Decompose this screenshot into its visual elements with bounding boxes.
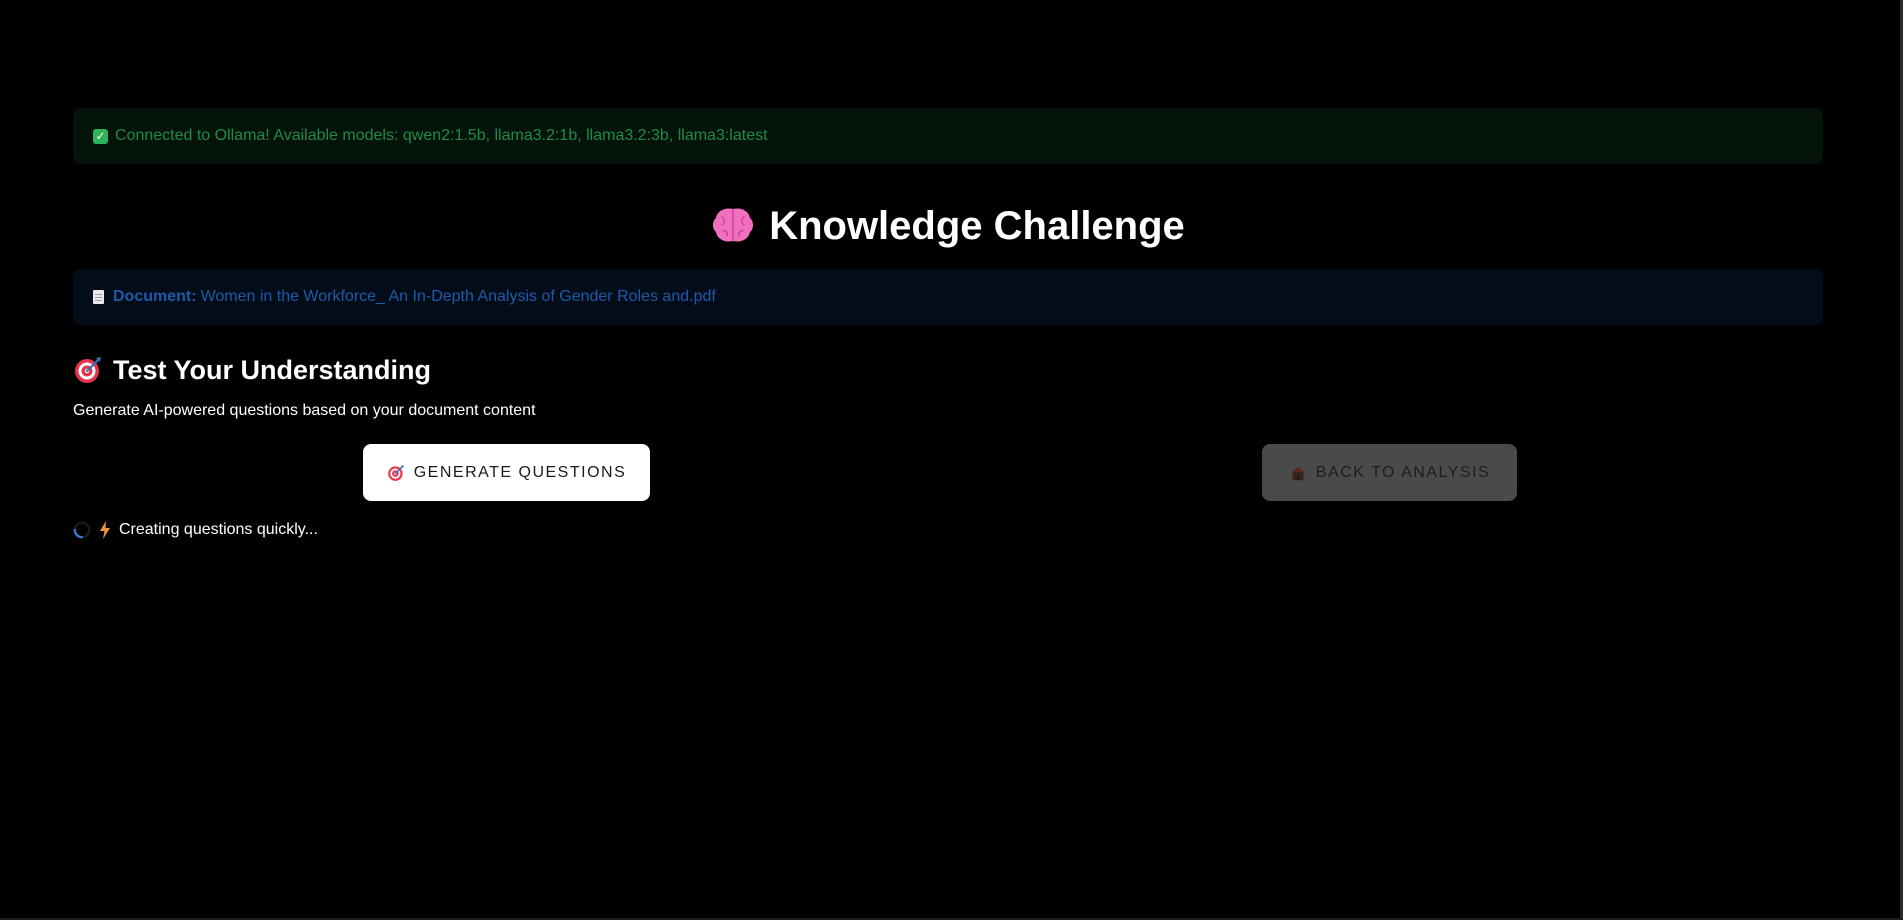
- back-to-analysis-button[interactable]: BACK TO ANALYSIS: [1262, 444, 1517, 501]
- document-label: Document:: [113, 288, 197, 305]
- status-text: Creating questions quickly...: [119, 521, 318, 538]
- check-icon: ✓: [93, 128, 108, 144]
- section-subtitle: Generate AI-powered questions based on y…: [73, 402, 536, 419]
- spinner-icon: [73, 521, 91, 539]
- page-title: Knowledge Challenge: [73, 198, 1823, 254]
- document-filename: Women in the Workforce_ An In-Depth Anal…: [200, 288, 716, 305]
- connection-success-alert: ✓ Connected to Ollama! Available models:…: [73, 108, 1823, 164]
- document-info-alert: Document: Women in the Workforce_ An In-…: [73, 269, 1823, 325]
- target-icon: [75, 357, 101, 383]
- house-icon: [1290, 466, 1306, 480]
- section-title-text: Test Your Understanding: [113, 355, 432, 385]
- target-icon: [387, 464, 404, 481]
- back-to-analysis-label: BACK TO ANALYSIS: [1315, 463, 1491, 481]
- lightning-icon: [100, 521, 110, 539]
- page-title-text: Knowledge Challenge: [769, 204, 1185, 248]
- generation-status: Creating questions quickly...: [73, 518, 318, 542]
- document-icon: [93, 290, 104, 304]
- generate-questions-button[interactable]: GENERATE QUESTIONS: [363, 444, 650, 501]
- app-root: ✓ Connected to Ollama! Available models:…: [0, 0, 1903, 920]
- connection-alert-text: Connected to Ollama! Available models: q…: [115, 127, 768, 144]
- section-title: Test Your Understanding: [73, 350, 431, 390]
- brain-icon: [713, 208, 754, 242]
- generate-questions-label: GENERATE QUESTIONS: [413, 463, 627, 481]
